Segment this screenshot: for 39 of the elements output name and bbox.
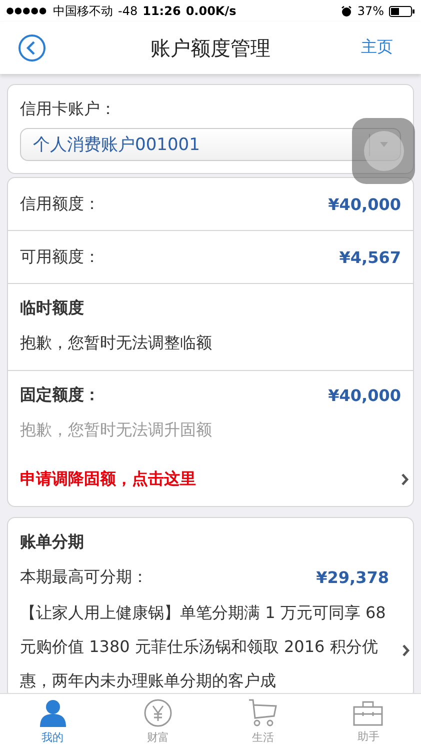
person-icon: [38, 699, 67, 727]
decrease-limit-link[interactable]: 申请调降固额，点击这里: [20, 469, 196, 490]
tab[interactable]: 助手: [316, 694, 421, 750]
signal-value: -48: [118, 4, 138, 18]
account-dropdown[interactable]: 个人消费账户001001: [20, 128, 401, 161]
cart-icon: [248, 699, 278, 727]
installment-title: 账单分期: [20, 532, 85, 553]
limit-message: 抱歉，您暂时无法调升固额: [20, 420, 213, 441]
page-title: 账户额度管理: [150, 34, 270, 62]
tab[interactable]: 财富: [105, 694, 210, 750]
network-speed: 0.00K/s: [186, 4, 236, 18]
carrier-name: 中国移不动: [53, 2, 113, 20]
battery-percent: 37%: [357, 4, 384, 18]
limit-label: 可用额度：: [20, 246, 100, 268]
assistive-touch-button[interactable]: [352, 118, 415, 184]
tab[interactable]: 我的: [0, 694, 106, 750]
installment-label: 本期最高可分期：: [20, 567, 148, 588]
limit-message: 抱歉，您暂时无法调整临额: [20, 333, 213, 354]
home-link[interactable]: 主页: [361, 37, 393, 58]
signal-icon: [6, 7, 48, 15]
installment-amount: ¥29,378: [316, 568, 389, 587]
chevron-right-icon[interactable]: [401, 473, 409, 486]
yen-coin-icon: [144, 699, 172, 727]
promotion-text: 【让家人用上健康锅】单笔分期满 1 万元可同享 68 元购价值 1380 元菲仕乐汤锅和领取 2016 积分优惠，两年内未办理账单分期的客户成: [20, 602, 387, 692]
account-label: 信用卡账户：: [20, 99, 117, 120]
caret-icon: [380, 142, 388, 147]
toolbox-icon: [353, 700, 384, 726]
alarm-icon: [341, 6, 352, 16]
clock: 11:26: [142, 4, 181, 18]
limit-amount: ¥40,000: [328, 386, 401, 405]
limit-amount: ¥4,567: [339, 248, 401, 266]
limit-label: 信用额度：: [20, 194, 100, 214]
chevron-right-icon[interactable]: [402, 644, 410, 656]
tab[interactable]: 生活: [210, 694, 316, 750]
limit-amount: ¥40,000: [328, 194, 401, 214]
back-icon[interactable]: [18, 34, 46, 62]
battery-icon: [389, 6, 415, 16]
limit-label: 临时额度: [20, 298, 85, 319]
limit-label: 固定额度：: [20, 385, 100, 406]
